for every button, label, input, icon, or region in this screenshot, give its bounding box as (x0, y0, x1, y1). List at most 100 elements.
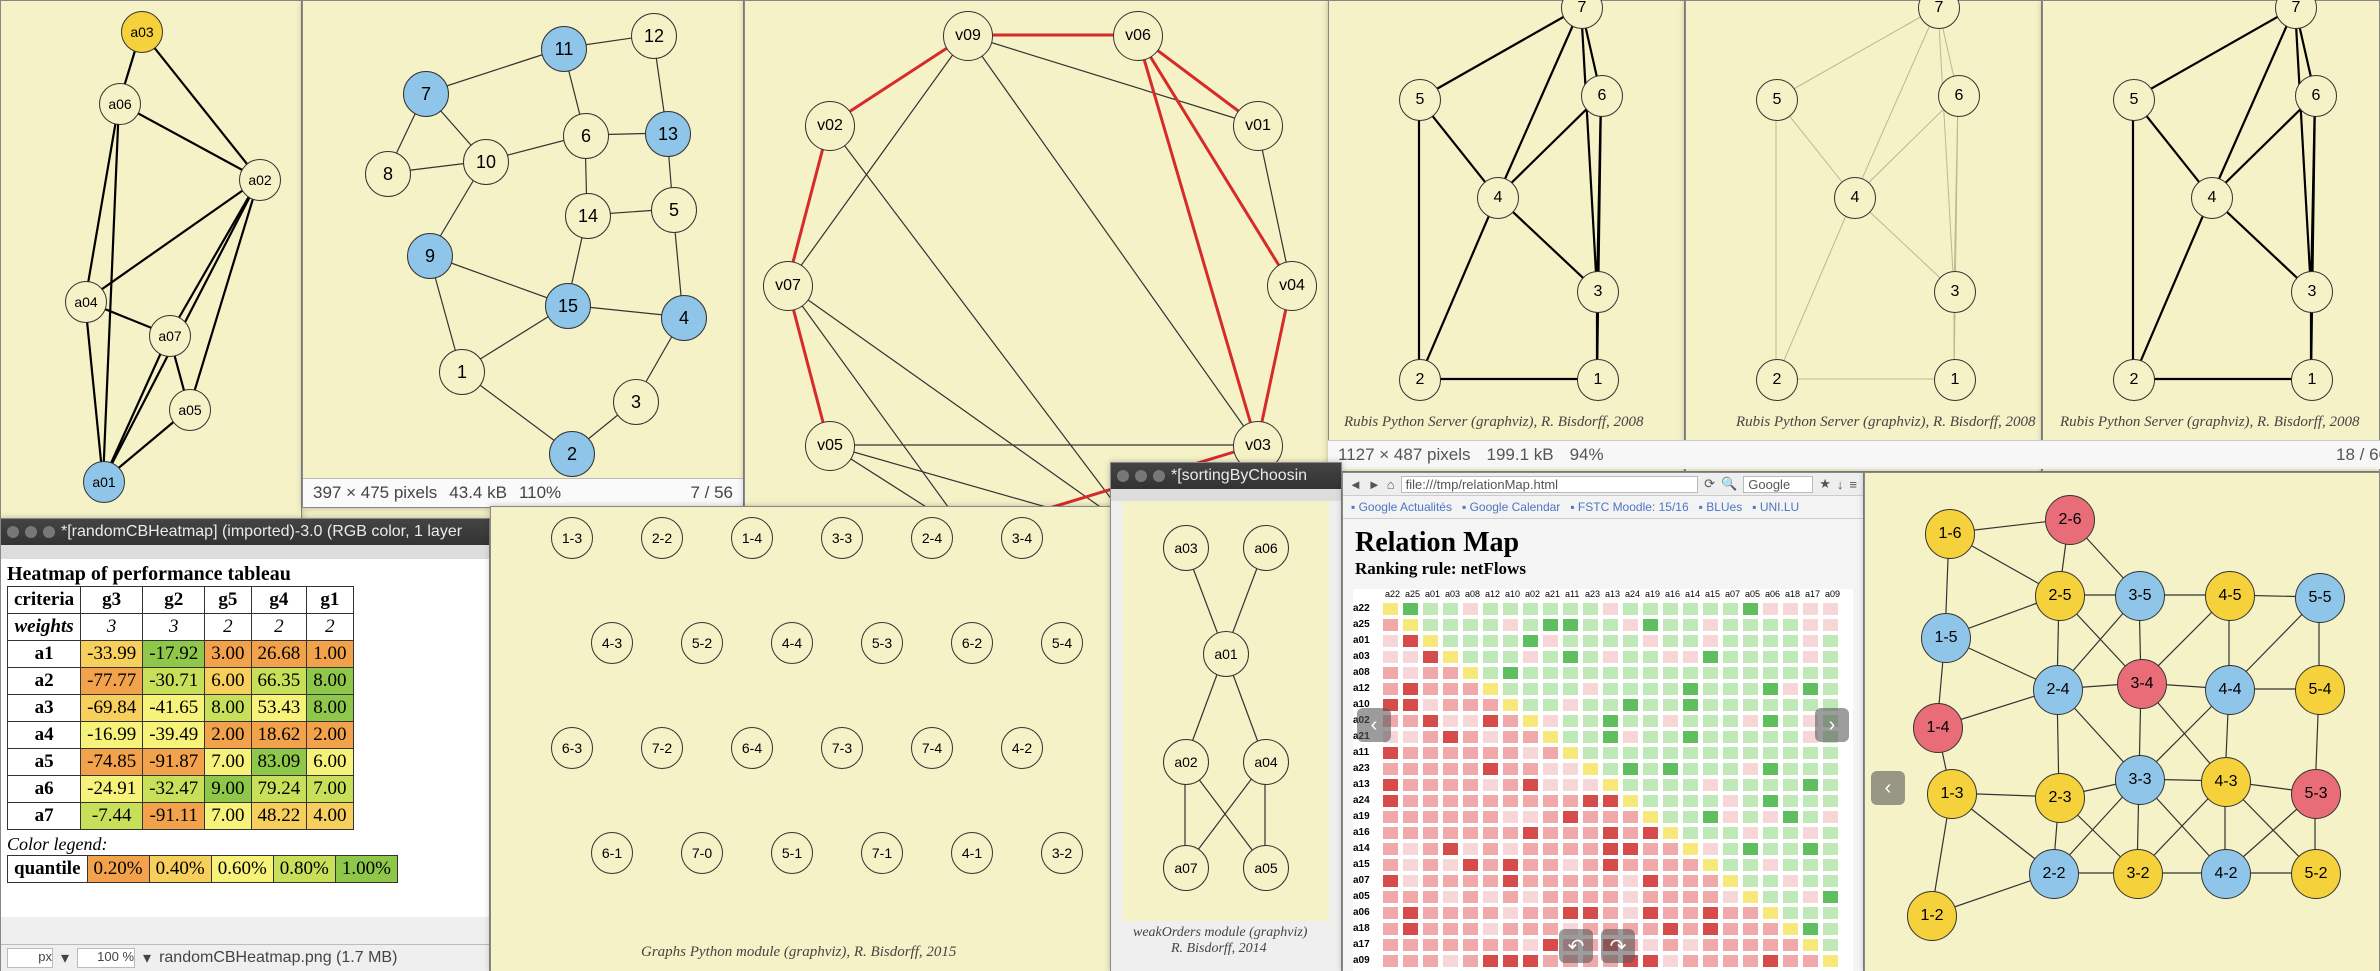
graph-node: 2-2 (641, 517, 683, 559)
graph-node: v05 (805, 421, 855, 471)
graph-node: 3-2 (2113, 849, 2163, 899)
heatmap-titlebar[interactable]: *[randomCBHeatmap] (imported)-3.0 (RGB c… (1, 519, 489, 545)
bookmark-item[interactable]: ▪ BLUes (1699, 500, 1743, 514)
bookmark-item[interactable]: ▪ FSTC Moodle: 15/16 (1570, 500, 1688, 514)
weak-titlebar-text: *[sortingByChoosin (1171, 463, 1307, 489)
graph-node: 1-5 (1921, 613, 1971, 663)
graph-node: 3 (1934, 271, 1976, 313)
graph-node: 6-1 (591, 832, 633, 874)
graph-node: 6 (563, 113, 609, 159)
graph-node: 4-2 (1001, 727, 1043, 769)
rotate-left-button[interactable]: ↶ (1559, 929, 1593, 963)
forward-icon[interactable]: ► (1368, 477, 1381, 492)
zoom-stepper-icon[interactable]: ▾ (143, 948, 151, 968)
graph-node: 13 (645, 111, 691, 157)
graph-node: 11 (541, 26, 587, 72)
graph-node: 3 (613, 379, 659, 425)
graph-node: 2-4 (2033, 665, 2083, 715)
graph-node: 3 (2291, 271, 2333, 313)
graph-node: 6-2 (951, 622, 993, 664)
panel-rubis-2: 7564321 (1685, 0, 2042, 472)
minimize-icon[interactable] (25, 526, 37, 538)
browser-toolbar: ◄ ► ⌂ file:///tmp/relationMap.html ⟳ 🔍 G… (1343, 473, 1863, 496)
graph-node: 5-2 (681, 622, 723, 664)
graph-node: 3-4 (2117, 659, 2167, 709)
heatmap-window: *[randomCBHeatmap] (imported)-3.0 (RGB c… (0, 518, 490, 971)
search-field[interactable]: Google (1743, 476, 1813, 493)
graph-node: 3-2 (1041, 832, 1083, 874)
bookmark-icon[interactable]: ★ (1819, 476, 1831, 492)
graph-node: 7 (403, 71, 449, 117)
rubis-caption-1: Rubis Python Server (graphviz), R. Bisdo… (1344, 414, 1644, 431)
reload-icon[interactable]: ⟳ (1704, 476, 1715, 492)
graph-node: 2 (1756, 359, 1798, 401)
menu-icon[interactable]: ≡ (1849, 477, 1857, 492)
graph-node: 5-2 (2291, 849, 2341, 899)
rubis-caption-3: Rubis Python Server (graphviz), R. Bisdo… (2060, 414, 2360, 431)
heatmap-title: Heatmap of performance tableau (7, 563, 483, 586)
graph-node: v09 (943, 11, 993, 61)
graph-node: 7-1 (861, 832, 903, 874)
weak-edges (1123, 501, 1329, 921)
graph-node: 4-4 (771, 622, 813, 664)
graph-node: 2-6 (2045, 495, 2095, 545)
rotate-right-button[interactable]: ↷ (1601, 929, 1635, 963)
zoom-select[interactable]: 100 % (77, 948, 135, 968)
graph-a-edges (1, 1, 301, 521)
relation-subtitle: Ranking rule: netFlows (1343, 559, 1863, 585)
graph-node: 3-5 (2115, 571, 2165, 621)
graph-node: 6-4 (731, 727, 773, 769)
graph-node: 4 (1834, 177, 1876, 219)
graph-node: 2-2 (2029, 849, 2079, 899)
graph-node: a01 (83, 461, 125, 503)
bookmark-item[interactable]: ▪ UNI.LU (1752, 500, 1799, 514)
graph-node: a04 (65, 281, 107, 323)
close-icon[interactable] (1117, 470, 1129, 482)
graph-node: 3 (1577, 271, 1619, 313)
graph-node: 7-4 (911, 727, 953, 769)
graph-node: 5-1 (771, 832, 813, 874)
download-icon[interactable]: ↓ (1837, 477, 1844, 492)
maximize-icon[interactable] (1153, 470, 1165, 482)
graph-node: 1-4 (1913, 703, 1963, 753)
graph-node: 4-2 (2201, 849, 2251, 899)
bookmark-item[interactable]: ▪ Google Calendar (1462, 500, 1560, 514)
weak-titlebar[interactable]: *[sortingByChoosin (1111, 463, 1341, 489)
maximize-icon[interactable] (43, 526, 55, 538)
home-icon[interactable]: ⌂ (1387, 477, 1395, 492)
graph-node: 3-4 (1001, 517, 1043, 559)
bookmark-item[interactable]: ▪ Google Actualités (1351, 500, 1452, 514)
prev-image-button[interactable]: ‹ (1871, 771, 1905, 805)
graph-node: a01 (1203, 631, 1249, 677)
heatmap-legend: quantile0.20%0.40%0.60%0.80%1.00% (7, 855, 398, 883)
url-bar[interactable]: file:///tmp/relationMap.html (1401, 476, 1699, 493)
bookmarks-bar: ▪ Google Actualités ▪ Google Calendar ▪ FS… (1343, 496, 1863, 519)
graph-node: 6 (2295, 75, 2337, 117)
pairs-caption: Graphs Python module (graphviz), R. Bisd… (641, 944, 956, 961)
graph-node: 8 (365, 151, 411, 197)
weak-caption2: R. Bisdorff, 2014 (1171, 941, 1267, 957)
graph-node: 14 (565, 193, 611, 239)
close-icon[interactable] (7, 526, 19, 538)
prev-image-button[interactable]: ‹ (1357, 708, 1391, 742)
minimize-icon[interactable] (1135, 470, 1147, 482)
graph-node: 4 (1477, 177, 1519, 219)
unit-select[interactable]: px (7, 948, 53, 968)
rubis-dims: 1127 × 487 pixels (1338, 445, 1470, 465)
rubis-statusbar: 1127 × 487 pixels 199.1 kB 94% 18 / 66 (1328, 440, 2380, 469)
search-icon[interactable]: 🔍 (1721, 476, 1737, 492)
graph-node: a05 (169, 389, 211, 431)
graph-node: 1 (1934, 359, 1976, 401)
graph-node: a06 (99, 83, 141, 125)
graph-node: 7-3 (821, 727, 863, 769)
next-image-button[interactable]: › (1815, 708, 1849, 742)
graph-node: a05 (1243, 845, 1289, 891)
graph-node: 12 (631, 13, 677, 59)
graph-node: 1 (439, 349, 485, 395)
graph-node: 5-3 (2291, 769, 2341, 819)
graph-node: 5-3 (861, 622, 903, 664)
back-icon[interactable]: ◄ (1349, 477, 1362, 492)
graph-node: 9 (407, 233, 453, 279)
unit-stepper-icon[interactable]: ▾ (61, 948, 69, 968)
graph-node: 5 (651, 187, 697, 233)
